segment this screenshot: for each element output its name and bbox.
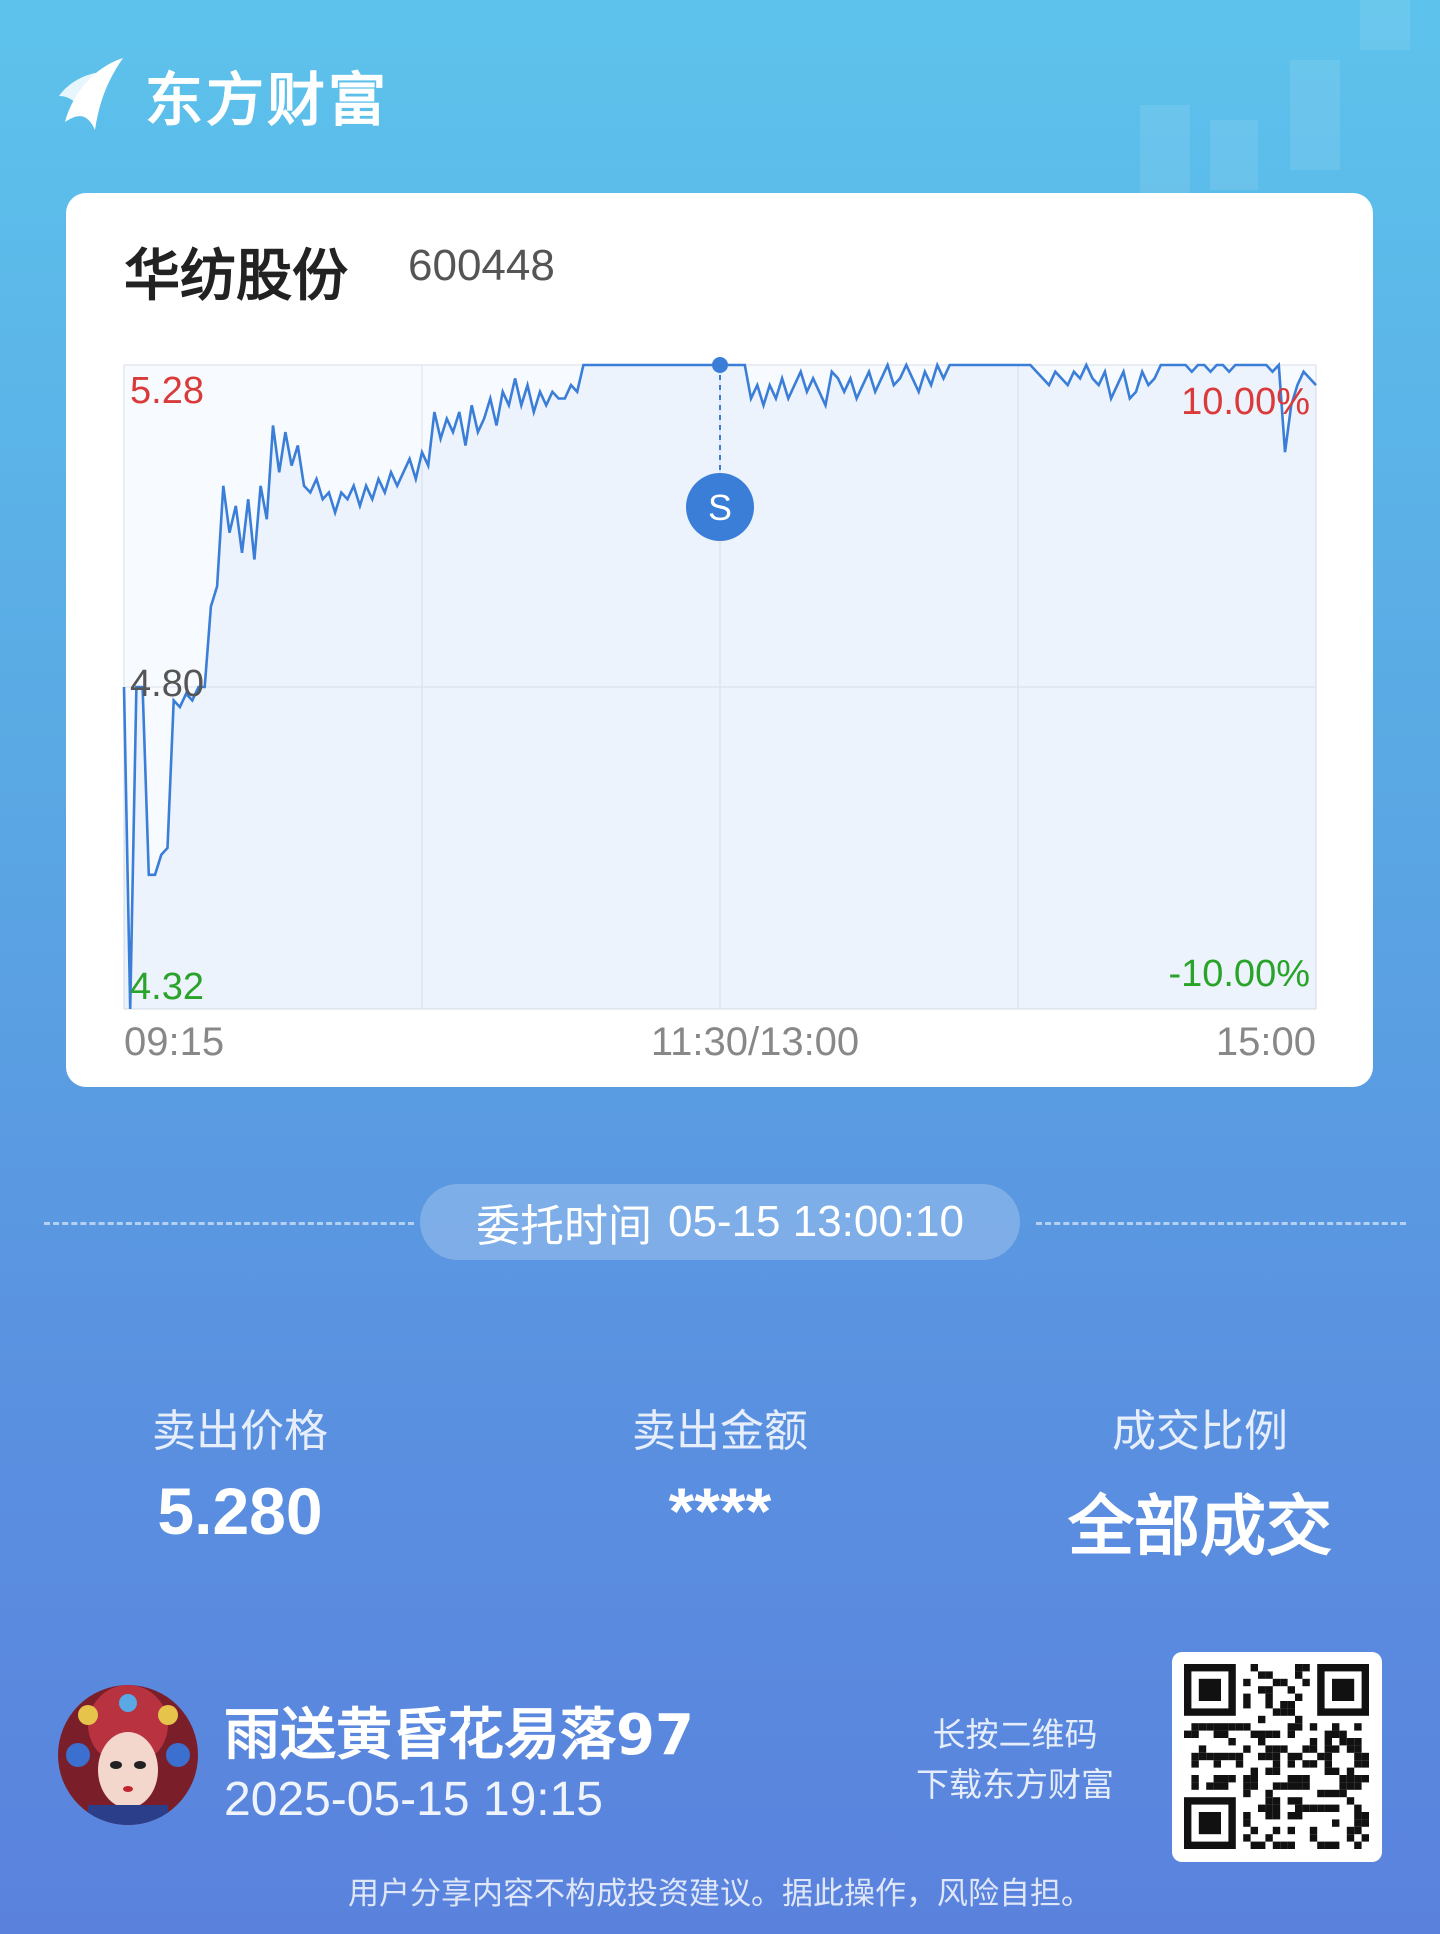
stat-label: 成交比例	[1112, 1407, 1288, 1456]
stat-sell-price: 卖出价格 5.280	[70, 1395, 410, 1549]
stat-label: 卖出价格	[152, 1407, 328, 1456]
qr-hint: 长按二维码 下载东方财富	[900, 1710, 1130, 1810]
sell-marker-dot	[712, 357, 728, 373]
brand-header: 东方财富	[55, 52, 389, 138]
stock-chart-card: 华纺股份 600448 S 5.28 4.80 4.32 10.00% -10.…	[66, 193, 1373, 1087]
pct-tick-top: 10.00%	[1181, 381, 1310, 423]
order-time-value: 05-15 13:00:10	[667, 1197, 965, 1246]
eastmoney-logo-icon	[59, 58, 123, 130]
x-tick-end: 15:00	[1216, 1020, 1316, 1064]
stat-sell-amount: 卖出金额 ****	[550, 1395, 890, 1549]
qr-hint-line1: 长按二维码	[932, 1716, 1098, 1753]
divider-left	[44, 1222, 414, 1225]
order-time-label: 委托时间	[475, 1202, 652, 1251]
order-time-pill: 委托时间 05-15 13:00:10	[420, 1184, 1020, 1260]
intraday-price-chart: S 5.28 4.80 4.32 10.00% -10.00% 09:15 11…	[122, 357, 1317, 1064]
stat-fill-ratio: 成交比例 全部成交	[1030, 1395, 1370, 1569]
bg-candle-decoration	[1360, 0, 1410, 50]
username: 雨送黄昏花易落97	[224, 1703, 694, 1768]
stat-value: ****	[668, 1474, 772, 1548]
divider-right	[1036, 1222, 1406, 1225]
opera-mask-avatar-icon	[58, 1685, 198, 1825]
pct-tick-bottom: -10.00%	[1168, 953, 1310, 995]
bg-candle-decoration	[1290, 60, 1340, 170]
bg-candle-decoration	[1210, 120, 1258, 190]
qr-hint-line2: 下载东方财富	[916, 1766, 1114, 1803]
avatar	[58, 1685, 198, 1825]
share-timestamp: 2025-05-15 19:15	[224, 1773, 603, 1826]
stat-value: 5.280	[157, 1474, 323, 1548]
y-tick-mid: 4.80	[130, 663, 204, 705]
stat-value: 全部成交	[1068, 1489, 1332, 1563]
bg-candle-decoration	[1140, 105, 1190, 195]
stat-label: 卖出金额	[632, 1407, 808, 1456]
qr-code[interactable]	[1172, 1652, 1382, 1862]
y-tick-top: 5.28	[130, 370, 204, 412]
disclaimer: 用户分享内容不构成投资建议。据此操作，风险自担。	[348, 1876, 1092, 1911]
sell-marker-label: S	[708, 487, 732, 528]
brand-name: 东方财富	[145, 66, 390, 134]
qr-code-icon	[1184, 1664, 1369, 1849]
x-tick-mid: 11:30/13:00	[651, 1020, 859, 1064]
y-tick-bottom: 4.32	[130, 966, 204, 1008]
x-tick-start: 09:15	[124, 1020, 224, 1064]
